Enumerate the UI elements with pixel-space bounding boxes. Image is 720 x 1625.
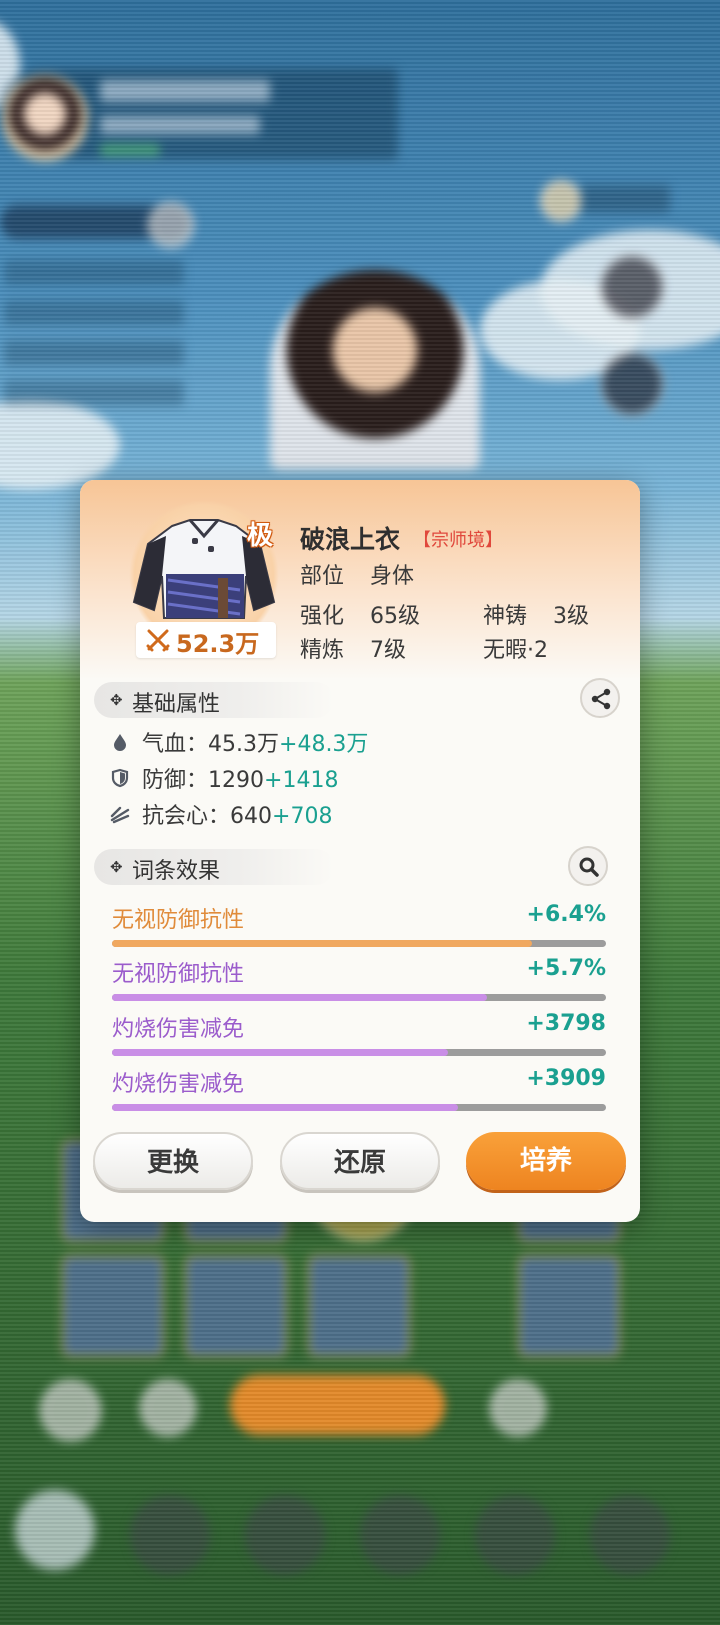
affix-progress-track [112,1049,606,1056]
power-display: 52.3万 [136,622,276,658]
slot-value: 身体 [370,564,415,589]
shield-icon [111,768,129,788]
section-title: 基础属性 [132,692,221,717]
stat-base: 1290 [208,768,265,793]
grade-badge: 极 [246,521,273,551]
slot-label: 部位 [300,564,345,589]
enhance-label: 强化 [300,604,345,629]
affix-name: 灼烧伤害减免 [112,1017,245,1042]
affix-row: 灼烧伤害减免 +3798 [112,1011,606,1063]
magnifier-icon [579,857,599,877]
affix-progress-fill [112,1104,458,1111]
enhance-value: 65级 [370,604,420,629]
affix-row: 灼烧伤害减免 +3909 [112,1066,606,1118]
affix-value: +6.4% [526,902,606,927]
stat-label: 气血： [142,732,209,757]
stat-label: 防御： [142,768,209,793]
affix-name: 灼烧伤害减免 [112,1072,245,1097]
affix-row: 无视防御抗性 +5.7% [112,956,606,1008]
affix-name: 无视防御抗性 [112,962,245,987]
affix-progress-track [112,940,606,947]
stat-label: 抗会心： [142,804,231,829]
affix-value: +3798 [526,1011,606,1036]
affix-value: +5.7% [526,956,606,981]
cultivate-button[interactable]: 培养 [466,1132,626,1190]
stat-bonus: +1418 [264,768,339,793]
replace-button[interactable]: 更换 [93,1132,253,1190]
affix-effects-header: ✥ 词条效果 [94,849,334,885]
crossed-swords-icon [146,629,170,652]
share-icon [591,688,611,710]
affix-row: 无视防御抗性 +6.4% [112,902,606,954]
stat-bonus: +708 [272,804,333,829]
refine-label: 精炼 [300,638,345,663]
refine-value: 7级 [370,638,406,663]
stat-base: 640 [230,804,273,829]
power-value: 52.3万 [176,630,260,658]
affix-progress-track [112,994,606,1001]
affix-progress-track [112,1104,606,1111]
section-title: 词条效果 [132,859,221,884]
restore-button[interactable]: 还原 [280,1132,440,1190]
diamond-icon: ✥ [110,691,123,709]
anti-crit-icon [110,806,130,824]
forge-value: 3级 [553,604,589,629]
affix-progress-fill [112,994,488,1001]
affix-name: 无视防御抗性 [112,908,245,933]
stat-bonus: +48.3万 [279,732,369,757]
item-detail-popup: 极 52.3万 破浪上衣 【宗师境】 部位 身体 强化 65级 神铸 3级 精炼… [80,480,640,1222]
affix-value: +3909 [526,1066,606,1091]
item-name: 破浪上衣 [300,525,401,554]
stat-base: 45.3万 [208,732,280,757]
item-realm: 【宗师境】 [413,530,503,551]
drop-icon [114,734,126,751]
diamond-icon: ✥ [110,858,123,876]
share-button[interactable] [580,678,620,718]
inspect-button[interactable] [568,846,608,886]
affix-progress-fill [112,1049,448,1056]
flawless-value: 无暇·2 [483,638,548,663]
affix-progress-fill [112,940,532,947]
base-attributes-header: ✥ 基础属性 [94,682,334,718]
forge-label: 神铸 [483,604,528,629]
